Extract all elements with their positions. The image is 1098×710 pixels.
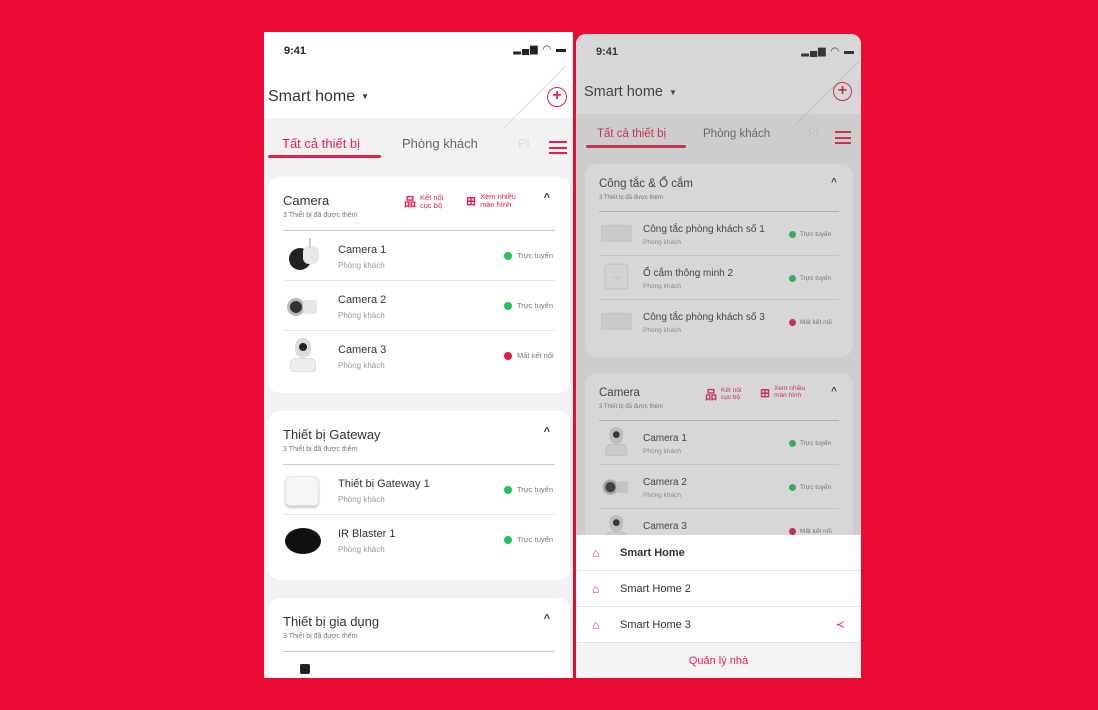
device-room: Phòng khách	[338, 261, 385, 270]
device-name: Camera 3	[338, 344, 387, 356]
home-option[interactable]: ⌂ Smart Home 2	[576, 571, 861, 607]
group-subtitle: 3 Thiết bị đã được thêm	[283, 446, 358, 453]
device-name: Camera 2	[338, 294, 387, 306]
tab-more[interactable]: Pl	[518, 136, 530, 151]
device-status: Trực tuyến	[504, 485, 553, 494]
online-dot-icon	[504, 485, 512, 494]
status-time: 9:41	[284, 45, 307, 57]
home-title: Smart home	[268, 88, 356, 105]
group-divider	[283, 651, 555, 652]
ir-blaster-image	[285, 522, 321, 558]
action-label: Kết nối cục bộ	[420, 192, 444, 210]
device-room: Phòng khách	[338, 311, 385, 320]
device-status: Trực tuyến	[504, 535, 553, 544]
online-dot-icon	[504, 535, 512, 544]
network-icon: 品	[404, 195, 417, 209]
multi-view-button[interactable]: ⊞ Xem nhiều màn hình	[466, 193, 516, 209]
device-status: Mất kết nối	[504, 351, 554, 360]
local-connect-button[interactable]: 品 Kết nối cục bộ	[404, 193, 443, 210]
camera-dome-image	[285, 338, 321, 374]
share-icon[interactable]: ≺	[836, 618, 845, 631]
device-row[interactable]: IR Blaster 1 Phòng khách Trực tuyến	[283, 515, 555, 565]
group-title: Thiết bị Gateway	[283, 427, 381, 442]
camera-side-shape	[303, 300, 317, 314]
status-label: Trực tuyến	[517, 251, 554, 260]
home-icon: ⌂	[592, 545, 600, 560]
home-option-label: Smart Home 2	[620, 582, 691, 595]
device-room: Phòng khách	[338, 545, 385, 554]
home-icon: ⌂	[592, 581, 600, 596]
device-row[interactable]: Thiết bị Gateway 1 Phòng khách Trực tuyến	[283, 465, 555, 515]
camera-bullet-image	[285, 238, 321, 274]
home-switcher-sheet: ⌂ Smart Home ⌂ Smart Home 2 ⌂ Smart Home 3 ≺ Q…	[576, 535, 861, 678]
home-icon: ⌂	[592, 617, 600, 632]
action-label: Xem nhiều màn hình	[480, 192, 516, 209]
ir-blaster-shape	[285, 528, 321, 554]
collapse-chevron-icon[interactable]: ^	[544, 192, 550, 204]
device-row[interactable]: Camera 3 Phòng khách Mất kết nối	[283, 331, 555, 381]
status-label: Trực tuyến	[517, 535, 554, 544]
device-name: IR Blaster 1	[338, 528, 396, 540]
collapse-chevron-icon[interactable]: ^	[544, 426, 550, 438]
tab-all-devices[interactable]: Tất cả thiết bị	[282, 136, 360, 151]
device-status: Trực tuyến	[504, 251, 553, 260]
device-group-card: Thiết bị Gateway 3 Thiết bị đã được thêm ^…	[268, 411, 570, 580]
camera-bullet-shape	[309, 238, 311, 248]
phone-screen-device-list: 9:41 ▂▄▆ ◠ ▬ Smart home ▼ + Tất cả thiết …	[264, 32, 573, 678]
collapse-chevron-icon[interactable]: ^	[544, 613, 550, 625]
device-room: Phòng khách	[338, 361, 385, 370]
camera-dome-shape	[295, 338, 311, 358]
offline-dot-icon	[504, 351, 512, 360]
home-option[interactable]: ⌂ Smart Home	[576, 535, 861, 571]
group-title: Camera	[283, 193, 330, 208]
home-selector[interactable]: Smart home ▼	[268, 88, 369, 106]
camera-bullet-shape	[303, 246, 319, 264]
online-dot-icon	[504, 251, 512, 260]
status-label: Trực tuyến	[517, 301, 554, 310]
status-label: Trực tuyến	[517, 485, 554, 494]
gateway-shape	[285, 476, 319, 506]
status-icons: ▂▄▆ ◠ ▬	[513, 44, 567, 55]
add-device-button[interactable]: +	[547, 87, 567, 107]
camera-side-image	[285, 288, 321, 324]
device-room: Phòng khách	[338, 495, 385, 504]
home-option[interactable]: ⌂ Smart Home 3 ≺	[576, 607, 861, 643]
caret-down-icon: ▼	[361, 92, 370, 102]
gateway-image	[285, 472, 321, 508]
device-name: Camera 1	[338, 244, 387, 256]
partial-device-row	[300, 664, 310, 674]
camera-dome-shape	[299, 343, 307, 351]
device-row[interactable]: Camera 2 Phòng khách Trực tuyến	[283, 281, 555, 331]
device-group-card: Camera 3 Thiết bị đã được thêm ^ 品 Kết nối c…	[268, 177, 570, 393]
app-header: 9:41 ▂▄▆ ◠ ▬ Smart home ▼ +	[264, 32, 573, 130]
multi-screen-icon: ⊞	[466, 193, 477, 208]
device-status: Trực tuyến	[504, 301, 553, 310]
home-option-label: Smart Home 3	[620, 618, 691, 631]
group-title: Thiết bị gia dụng	[283, 614, 380, 629]
home-option-label: Smart Home	[620, 546, 685, 559]
phone-screen-home-switcher: 9:41 ▂▄▆ ◠ ▬ Smart home ▼ + Tất cả thiết …	[576, 34, 861, 678]
device-row[interactable]: Camera 1 Phòng khách Trực tuyến	[283, 231, 555, 281]
menu-icon[interactable]	[549, 141, 567, 154]
status-label: Mất kết nối	[517, 351, 554, 360]
device-group-card: Thiết bị gia dụng 3 Thiết bị đã được thêm…	[268, 598, 570, 678]
device-name: Thiết bị Gateway 1	[338, 478, 430, 490]
camera-dome-shape	[290, 358, 316, 372]
manage-homes-button[interactable]: Quản lý nhà	[576, 643, 861, 678]
group-subtitle: 3 Thiết bị đã được thêm	[283, 212, 358, 219]
active-tab-indicator	[268, 155, 381, 158]
group-subtitle: 3 Thiết bị đã được thêm	[283, 633, 358, 640]
tab-living-room[interactable]: Phòng khách	[402, 136, 478, 151]
online-dot-icon	[504, 301, 512, 310]
